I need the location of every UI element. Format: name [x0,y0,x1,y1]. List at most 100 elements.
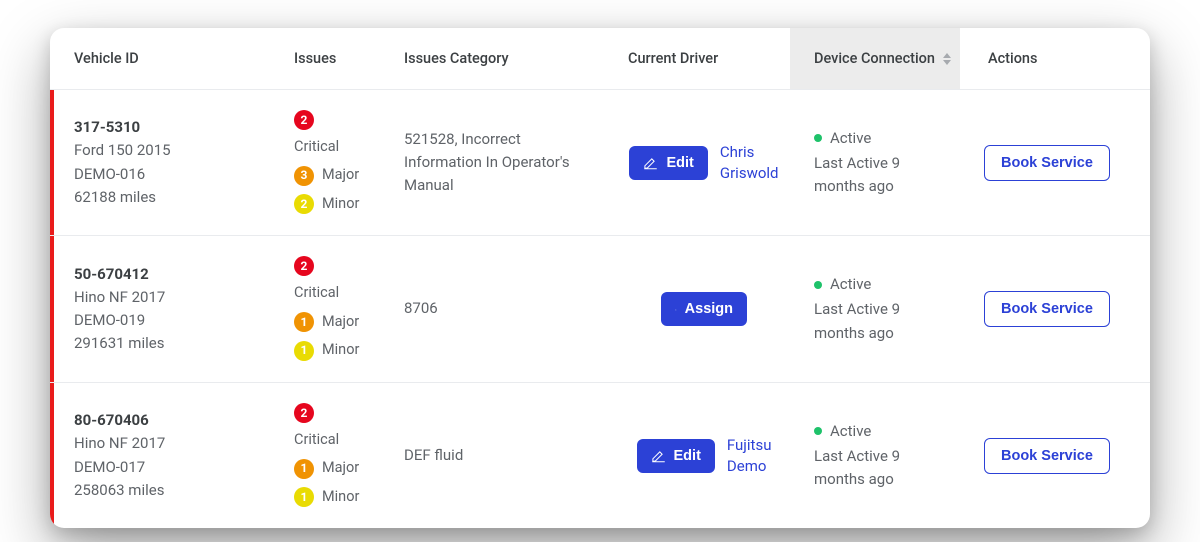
active-dot-icon [814,427,822,435]
issue-minor: 2 Minor [294,193,370,215]
issues-category-cell: DEF fluid [380,383,604,528]
vehicle-mileage: 291631 miles [74,332,260,355]
issues-category-text: DEF fluid [404,444,594,467]
minor-badge: 1 [294,341,314,361]
col-issues-category[interactable]: Issues Category [380,28,604,89]
vehicle-id: 80-670406 [74,409,260,432]
assign-driver-button[interactable]: Assign [661,292,747,326]
vehicle-model: Ford 150 2015 [74,139,260,162]
col-actions: Actions [960,28,1140,89]
major-label: Major [322,164,359,186]
vehicle-model: Hino NF 2017 [74,432,260,455]
col-issues-label: Issues [294,50,336,67]
critical-badge: 2 [294,110,314,130]
table-row: 317-5310 Ford 150 2015 DEMO-016 62188 mi… [50,90,1150,236]
critical-label: Critical [294,136,339,158]
vehicle-cell: 80-670406 Hino NF 2017 DEMO-017 258063 m… [50,383,270,528]
status-text: Active [830,420,871,443]
table-row: 80-670406 Hino NF 2017 DEMO-017 258063 m… [50,383,1150,528]
col-device-connection-label: Device Connection [814,50,935,67]
last-active-text: Last Active 9 months ago [814,298,950,345]
issue-major: 1 Major [294,311,370,333]
assign-label: Assign [685,301,733,317]
active-dot-icon [814,281,822,289]
driver-name-line1: Fujitsu [727,436,772,454]
vehicle-cell: 317-5310 Ford 150 2015 DEMO-016 62188 mi… [50,90,270,235]
critical-label: Critical [294,282,339,304]
vehicle-demo: DEMO-019 [74,309,260,332]
vehicle-demo: DEMO-016 [74,163,260,186]
minor-label: Minor [322,486,359,508]
issues-category-cell: 521528, Incorrect Information In Operato… [380,90,604,235]
minor-badge: 2 [294,194,314,214]
col-vehicle-id[interactable]: Vehicle ID [50,28,270,89]
connection-cell: Active Last Active 9 months ago [790,383,960,528]
status-text: Active [830,273,871,296]
col-current-driver[interactable]: Current Driver [604,28,790,89]
actions-cell: Book Service [960,383,1140,528]
major-label: Major [322,457,359,479]
critical-badge: 2 [294,403,314,423]
issues-cell: 2 Critical 3 Major 2 Minor [270,90,380,235]
status-row: Active [814,273,950,296]
issue-critical-label-row: Critical [294,282,370,304]
vehicle-mileage: 62188 miles [74,186,260,209]
status-row: Active [814,420,950,443]
issues-category-cell: 8706 [380,236,604,381]
driver-name-line2: Griswold [720,164,779,182]
connection-cell: Active Last Active 9 months ago [790,90,960,235]
issue-critical: 2 [294,256,370,276]
minor-label: Minor [322,339,359,361]
critical-badge: 2 [294,256,314,276]
book-service-button[interactable]: Book Service [984,291,1110,327]
status-text: Active [830,127,871,150]
pencil-icon [643,155,658,170]
issues-category-text: 521528, Incorrect Information In Operato… [404,128,594,198]
last-active-text: Last Active 9 months ago [814,445,950,492]
issue-critical-label-row: Critical [294,136,370,158]
book-service-button[interactable]: Book Service [984,145,1110,181]
driver-cell: Assign [604,236,790,381]
edit-driver-button[interactable]: Edit [637,439,715,473]
col-issues-category-label: Issues Category [404,50,509,67]
actions-cell: Book Service [960,236,1140,381]
driver-link[interactable]: Fujitsu Demo [727,435,772,476]
col-device-connection[interactable]: Device Connection [790,28,960,89]
minor-badge: 1 [294,487,314,507]
vehicle-demo: DEMO-017 [74,456,260,479]
edit-label: Edit [674,448,701,464]
issues-cell: 2 Critical 1 Major 1 Minor [270,383,380,528]
edit-driver-button[interactable]: Edit [629,146,707,180]
vehicle-id: 317-5310 [74,116,260,139]
issue-critical: 2 [294,403,370,423]
critical-label: Critical [294,429,339,451]
edit-label: Edit [666,155,693,171]
issue-minor: 1 Minor [294,486,370,508]
driver-link[interactable]: Chris Griswold [720,142,779,183]
minor-label: Minor [322,193,359,215]
table-row: 50-670412 Hino NF 2017 DEMO-019 291631 m… [50,236,1150,382]
vehicle-model: Hino NF 2017 [74,286,260,309]
table-header: Vehicle ID Issues Issues Category Curren… [50,28,1150,90]
major-badge: 1 [294,459,314,479]
driver-name-line1: Chris [720,143,755,161]
active-dot-icon [814,134,822,142]
issues-category-text: 8706 [404,297,594,320]
book-service-button[interactable]: Book Service [984,438,1110,474]
col-vehicle-id-label: Vehicle ID [74,50,139,67]
vehicles-table-card: Vehicle ID Issues Issues Category Curren… [50,28,1150,528]
status-row: Active [814,127,950,150]
issues-cell: 2 Critical 1 Major 1 Minor [270,236,380,381]
driver-name-line2: Demo [727,457,767,475]
issue-minor: 1 Minor [294,339,370,361]
vehicle-cell: 50-670412 Hino NF 2017 DEMO-019 291631 m… [50,236,270,381]
issue-major: 3 Major [294,164,370,186]
col-issues[interactable]: Issues [270,28,380,89]
sort-icon[interactable] [943,53,951,65]
last-active-text: Last Active 9 months ago [814,152,950,199]
connection-cell: Active Last Active 9 months ago [790,236,960,381]
pencil-icon [675,302,677,317]
pencil-icon [651,448,666,463]
col-current-driver-label: Current Driver [628,50,718,67]
major-badge: 1 [294,312,314,332]
